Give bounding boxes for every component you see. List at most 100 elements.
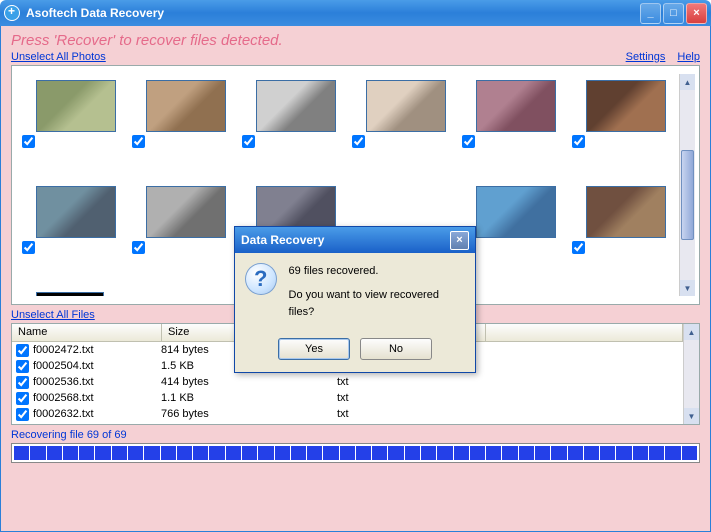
photo-scrollbar[interactable]: ▲ ▼ <box>679 74 695 296</box>
progress-segment <box>649 446 664 460</box>
file-name: f0002472.txt <box>33 344 161 356</box>
progress-segment <box>275 446 290 460</box>
photo-checkbox[interactable] <box>132 135 145 148</box>
photo-checkbox[interactable] <box>572 135 585 148</box>
photo-item[interactable] <box>240 74 344 174</box>
photo-item[interactable] <box>570 180 674 280</box>
progress-segment <box>177 446 192 460</box>
file-row[interactable]: f0002632.txt766 bytestxt <box>12 406 683 422</box>
progress-segment <box>405 446 420 460</box>
photo-thumbnail <box>146 186 226 238</box>
progress-segment <box>193 446 208 460</box>
scroll-up-icon[interactable]: ▲ <box>684 324 699 340</box>
file-name: f0002504.txt <box>33 360 161 372</box>
progress-segment <box>388 446 403 460</box>
unselect-files-link[interactable]: Unselect All Files <box>11 309 95 321</box>
progress-segment <box>95 446 110 460</box>
file-scrollbar[interactable]: ▲ ▼ <box>683 324 699 424</box>
file-checkbox[interactable] <box>16 392 29 405</box>
file-checkbox[interactable] <box>16 344 29 357</box>
photo-checkbox[interactable] <box>22 241 35 254</box>
titlebar: Asoftech Data Recovery _ □ × <box>0 0 711 26</box>
scroll-up-icon[interactable]: ▲ <box>680 74 695 90</box>
dialog-line2: Do you want to view recovered files? <box>289 287 465 322</box>
progress-segment <box>665 446 680 460</box>
photo-thumbnail <box>256 80 336 132</box>
photo-checkbox[interactable] <box>462 135 475 148</box>
photo-checkbox[interactable] <box>132 241 145 254</box>
progress-segment <box>633 446 648 460</box>
progress-segment <box>30 446 45 460</box>
progress-segment <box>600 446 615 460</box>
file-checkbox[interactable] <box>16 360 29 373</box>
file-size: 414 bytes <box>161 376 337 388</box>
file-ext: txt <box>337 408 485 420</box>
file-name: f0002568.txt <box>33 392 161 404</box>
progress-segment <box>616 446 631 460</box>
yes-button[interactable]: Yes <box>278 338 350 360</box>
app-icon <box>4 5 20 21</box>
file-row[interactable]: f0002536.txt414 bytestxt <box>12 374 683 390</box>
photo-checkbox[interactable] <box>242 135 255 148</box>
dialog-line1: 69 files recovered. <box>289 263 465 281</box>
scroll-down-icon[interactable]: ▼ <box>680 280 695 296</box>
photo-thumbnail <box>36 186 116 238</box>
progress-segment <box>568 446 583 460</box>
file-ext: txt <box>337 376 485 388</box>
minimize-button[interactable]: _ <box>640 3 661 24</box>
photo-item[interactable] <box>130 74 234 174</box>
progress-segment <box>535 446 550 460</box>
photo-item[interactable] <box>570 74 674 174</box>
file-size: 766 bytes <box>161 408 337 420</box>
progress-segment <box>161 446 176 460</box>
progress-segment <box>307 446 322 460</box>
progress-segment <box>340 446 355 460</box>
progress-segment <box>372 446 387 460</box>
close-button[interactable]: × <box>686 3 707 24</box>
progress-segment <box>14 446 29 460</box>
photo-item[interactable] <box>20 74 124 174</box>
photo-item[interactable] <box>130 180 234 280</box>
photo-item[interactable] <box>20 180 124 280</box>
file-checkbox[interactable] <box>16 376 29 389</box>
file-row[interactable]: f0002568.txt1.1 KBtxt <box>12 390 683 406</box>
progress-segment <box>486 446 501 460</box>
settings-link[interactable]: Settings <box>626 51 666 63</box>
progress-segment <box>144 446 159 460</box>
progress-segment <box>242 446 257 460</box>
dialog-title: Data Recovery <box>241 233 450 247</box>
photo-checkbox[interactable] <box>352 135 365 148</box>
progress-segment <box>356 446 371 460</box>
photo-item[interactable] <box>20 286 124 296</box>
file-name: f0002536.txt <box>33 376 161 388</box>
file-size: 1.1 KB <box>161 392 337 404</box>
unselect-photos-link[interactable]: Unselect All Photos <box>11 51 106 63</box>
progress-segment <box>112 446 127 460</box>
photo-item[interactable] <box>350 74 454 174</box>
photo-thumbnail <box>36 292 104 296</box>
progress-segment <box>502 446 517 460</box>
help-link[interactable]: Help <box>677 51 700 63</box>
maximize-button[interactable]: □ <box>663 3 684 24</box>
dialog-titlebar: Data Recovery × <box>235 227 475 253</box>
file-ext: txt <box>337 392 485 404</box>
photo-thumbnail <box>476 80 556 132</box>
progress-segment <box>128 446 143 460</box>
no-button[interactable]: No <box>360 338 432 360</box>
photo-thumbnail <box>586 186 666 238</box>
progress-segment <box>437 446 452 460</box>
col-name[interactable]: Name <box>12 324 162 341</box>
scroll-thumb[interactable] <box>681 150 694 240</box>
photo-checkbox[interactable] <box>572 241 585 254</box>
progress-bar <box>11 443 700 463</box>
scroll-down-icon[interactable]: ▼ <box>684 408 699 424</box>
photo-checkbox[interactable] <box>22 135 35 148</box>
window-controls: _ □ × <box>640 3 707 24</box>
progress-segment <box>63 446 78 460</box>
file-checkbox[interactable] <box>16 408 29 421</box>
progress-segment <box>226 446 241 460</box>
photo-item[interactable] <box>460 74 564 174</box>
photo-thumbnail <box>586 80 666 132</box>
progress-segment <box>209 446 224 460</box>
dialog-close-button[interactable]: × <box>450 231 469 250</box>
